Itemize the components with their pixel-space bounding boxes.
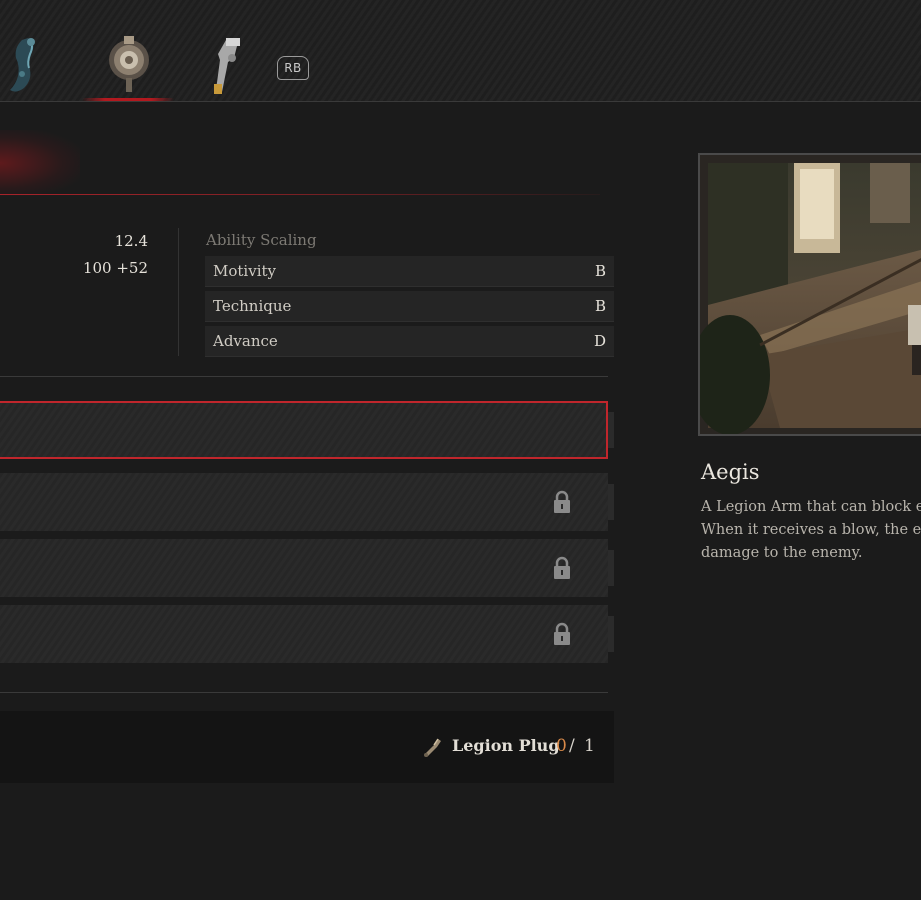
legion-arm-tab-bar: RB (0, 0, 921, 102)
active-tab-indicator (82, 98, 174, 101)
scaling-grade: B (594, 297, 606, 315)
cost-owned-count: 0 (556, 736, 567, 756)
scaling-grade: D (593, 332, 606, 350)
upgrade-slot-2[interactable] (0, 473, 608, 531)
scaling-row-technique: Technique B (205, 291, 614, 322)
slot-tick (608, 484, 614, 520)
lock-icon (554, 622, 570, 645)
section-divider (0, 376, 608, 377)
upgrade-slot-3[interactable] (0, 539, 608, 597)
item-description: A Legion Arm that can block ene When it … (701, 496, 921, 565)
section-divider (0, 692, 608, 693)
item-name: Aegis (701, 460, 760, 484)
cost-item-name: Legion Plug (452, 736, 560, 755)
item-description-line: A Legion Arm that can block ene (701, 499, 921, 515)
slot-tick (608, 412, 614, 448)
lock-icon (554, 490, 570, 513)
lock-icon (554, 556, 570, 579)
section-header-glow (0, 130, 80, 196)
ability-scaling-title: Ability Scaling (206, 231, 317, 249)
section-header-divider (0, 194, 600, 195)
item-description-line: damage to the enemy. (701, 545, 863, 561)
rb-button[interactable]: RB (277, 56, 309, 80)
stats-divider (178, 228, 179, 356)
upgrade-slot-1[interactable] (0, 401, 608, 459)
scaling-label: Technique (213, 297, 292, 315)
legion-arm-aegis-icon[interactable] (104, 30, 154, 100)
cost-separator: / (569, 736, 575, 756)
scaling-label: Advance (213, 332, 278, 350)
upgrade-slot-4[interactable] (0, 605, 608, 663)
stat-value-durability: 100 +52 (82, 259, 148, 277)
scaling-row-motivity: Motivity B (205, 256, 614, 287)
legion-arm-flamberge-icon[interactable] (0, 30, 50, 100)
slot-tick (608, 550, 614, 586)
cost-required-count: 1 (584, 736, 595, 756)
slot-tick (608, 616, 614, 652)
item-description-line: When it receives a blow, the embo (701, 522, 921, 538)
legion-arm-pulse-cannon-icon[interactable] (204, 30, 254, 100)
item-preview-image (698, 153, 921, 436)
scaling-grade: B (594, 262, 606, 280)
legion-plug-icon (424, 738, 441, 757)
stat-value-weight: 12.4 (114, 232, 148, 250)
scaling-label: Motivity (213, 262, 276, 280)
scaling-row-advance: Advance D (205, 326, 614, 357)
